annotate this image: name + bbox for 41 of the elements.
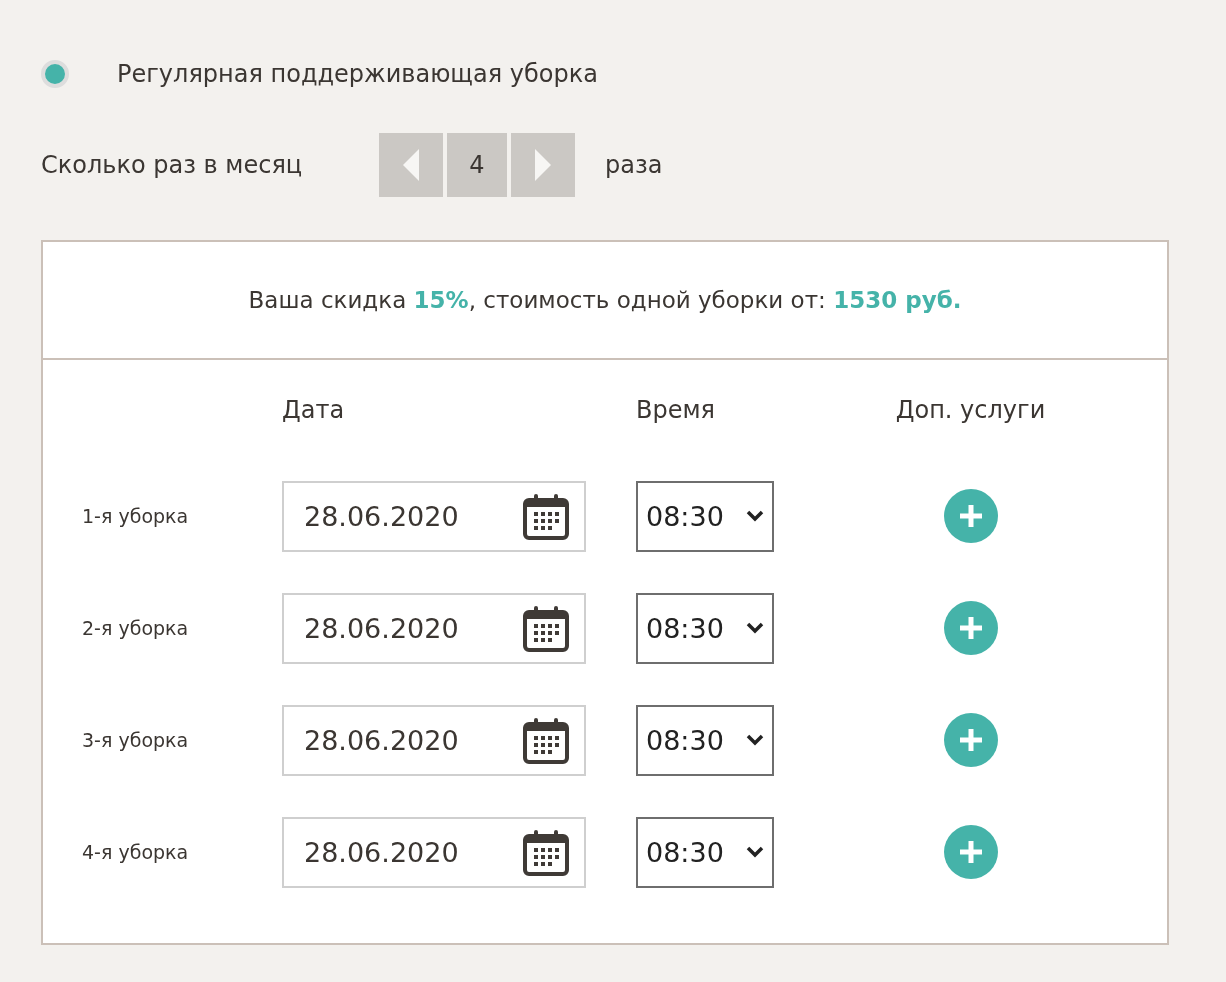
date-field[interactable]: 28.06.2020 [282,592,586,664]
plus-icon [957,503,984,529]
calendar-icon [522,604,570,652]
time-select[interactable]: 08:30 [636,704,774,776]
add-service-button[interactable] [943,713,998,767]
decrease-button[interactable] [379,133,443,197]
plus-icon [957,727,984,753]
radio-button[interactable] [41,60,69,88]
date-field[interactable]: 28.06.2020 [282,480,586,552]
row-label: 3-я уборка [82,729,190,751]
column-header: Время [636,396,716,424]
time-select[interactable]: 08:30 [636,816,774,888]
left-triangle-icon [402,148,420,182]
row-label: 4-я уборка [82,841,190,863]
add-service-button[interactable] [943,825,998,879]
chevron-down-icon [746,622,764,634]
calendar-icon [522,716,570,764]
count-value: 4 [447,133,507,197]
option-label: Регулярная поддерживающая уборка [117,60,598,88]
discount-text: Ваша скидка 15%, стоимость одной уборки от: 1530 руб. [248,287,962,313]
column-header: Дата [282,396,346,424]
right-triangle-icon [534,148,552,182]
date-field[interactable]: 28.06.2020 [282,816,586,888]
unit-label: раза [605,151,663,179]
add-service-button[interactable] [943,601,998,655]
frequency-label: Сколько раз в месяц [41,151,304,179]
add-service-button[interactable] [943,489,998,543]
calendar-icon [522,492,570,540]
time-select[interactable]: 08:30 [636,592,774,664]
plus-icon [957,615,984,641]
time-select[interactable]: 08:30 [636,480,774,552]
date-field[interactable]: 28.06.2020 [282,704,586,776]
calendar-icon [522,828,570,876]
increase-button[interactable] [511,133,575,197]
chevron-down-icon [746,510,764,522]
chevron-down-icon [746,846,764,858]
chevron-down-icon [746,734,764,746]
row-label: 2-я уборка [82,617,190,639]
column-header: Доп. услуги [894,396,1047,424]
row-label: 1-я уборка [82,505,190,527]
plus-icon [957,839,984,865]
